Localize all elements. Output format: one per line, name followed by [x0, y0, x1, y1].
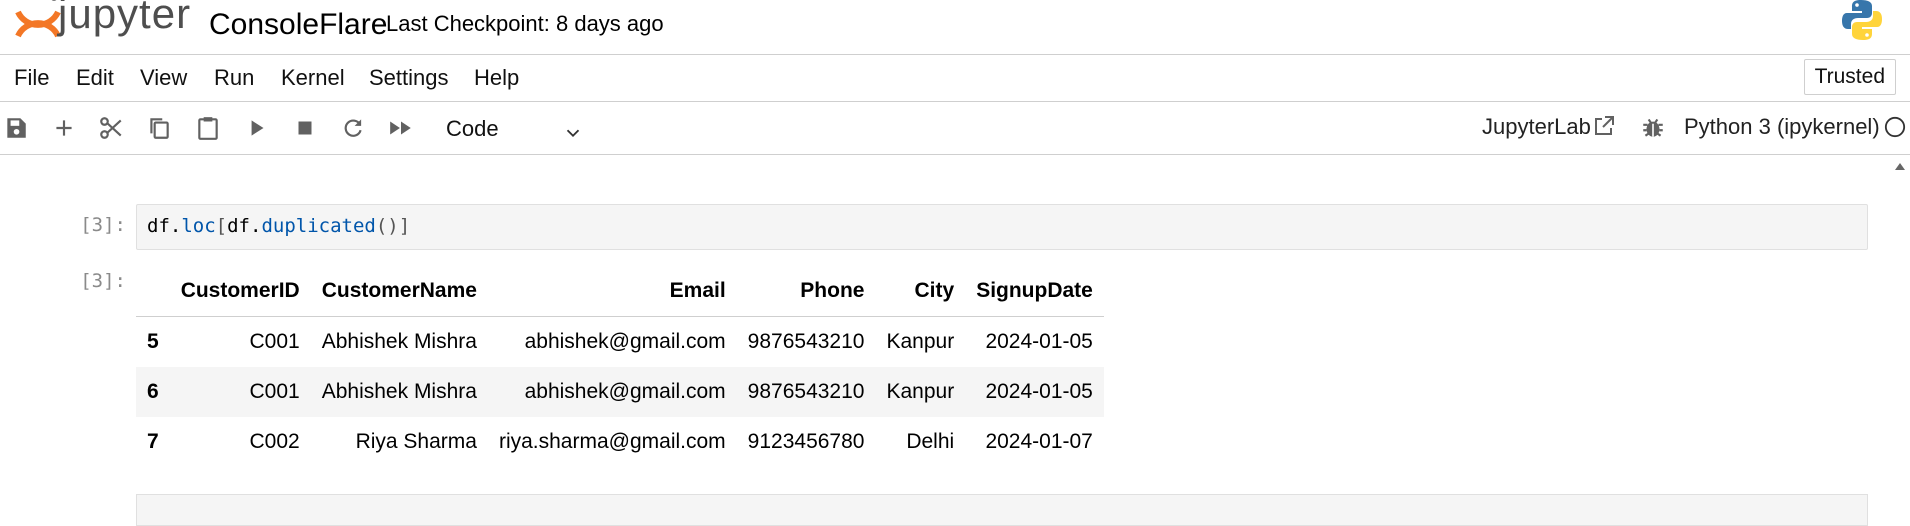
restart-icon: [344, 119, 362, 137]
menu-bar: File Edit View Run Kernel Settings Help …: [0, 55, 1910, 102]
table-cell: 9876543210: [747, 379, 865, 403]
cut-button[interactable]: [97, 114, 125, 142]
last-checkpoint-label: Last Checkpoint: 8 days ago: [386, 11, 664, 36]
table-cell: 2024-01-05: [985, 379, 1093, 403]
debugger-bug-icon[interactable]: [1640, 114, 1666, 140]
dataframe-output: CustomerID CustomerName Email Phone City…: [136, 266, 1104, 467]
menu-help[interactable]: Help: [474, 65, 519, 91]
table-row: 6 C001 Abhishek Mishra abhishek@gmail.co…: [136, 366, 1104, 417]
restart-run-all-button[interactable]: [387, 114, 415, 142]
table-cell: Delhi: [906, 429, 955, 453]
row-index: 5: [147, 329, 159, 353]
table-cell: C001: [249, 379, 300, 403]
next-code-cell[interactable]: [136, 494, 1868, 526]
code-token: df.loc[df.duplicated()]: [147, 215, 411, 237]
table-cell: 2024-01-05: [985, 329, 1093, 353]
table-cell: abhishek@gmail.com: [524, 379, 726, 403]
table-row: 5 C001 Abhishek Mishra abhishek@gmail.co…: [136, 317, 1104, 367]
menu-settings[interactable]: Settings: [369, 65, 449, 91]
trusted-indicator[interactable]: Trusted: [1803, 59, 1896, 95]
interrupt-kernel-button[interactable]: [291, 114, 319, 142]
chevron-down-icon: [566, 129, 580, 138]
notebook-title[interactable]: ConsoleFlare: [209, 8, 387, 42]
table-cell: 2024-01-07: [985, 429, 1093, 453]
column-header: SignupDate: [965, 266, 1104, 317]
copy-icon: [150, 118, 169, 139]
plus-icon: [56, 120, 72, 136]
input-prompt: [3]:: [80, 214, 126, 236]
menu-file[interactable]: File: [14, 65, 49, 91]
insert-cell-button[interactable]: [50, 114, 78, 142]
column-header: CustomerID: [169, 266, 311, 317]
save-icon: [7, 118, 26, 138]
column-header: City: [875, 266, 966, 317]
row-index: 6: [147, 379, 159, 403]
top-header: jupyter ConsoleFlare Last Checkpoint: 8 …: [0, 0, 1910, 55]
column-header: Phone: [736, 266, 876, 317]
run-icon: [251, 120, 264, 136]
restart-kernel-button[interactable]: [339, 114, 367, 142]
index-header: [136, 266, 170, 317]
paste-icon: [198, 117, 218, 140]
save-button[interactable]: [2, 114, 30, 142]
python-logo-icon: [1842, 0, 1882, 40]
stop-icon: [298, 121, 312, 135]
table-cell: 9876543210: [747, 329, 865, 353]
copy-button[interactable]: [145, 114, 173, 142]
table-cell: Kanpur: [886, 379, 955, 403]
kernel-name[interactable]: Python 3 (ipykernel): [1684, 114, 1880, 140]
scroll-up-arrow-icon[interactable]: [1892, 158, 1908, 174]
table-cell: Abhishek Mishra: [321, 329, 477, 353]
cell-type-dropdown[interactable]: Code: [440, 110, 590, 146]
table-cell: Riya Sharma: [355, 429, 477, 453]
table-row: 7 C002 Riya Sharma riya.sharma@gmail.com…: [136, 417, 1104, 467]
column-header: CustomerName: [310, 266, 488, 317]
output-prompt: [3]:: [80, 270, 126, 292]
table-cell: riya.sharma@gmail.com: [498, 429, 726, 453]
open-in-jupyterlab-link[interactable]: JupyterLab: [1482, 114, 1591, 140]
table-cell: Kanpur: [886, 329, 955, 353]
menu-edit[interactable]: Edit: [76, 65, 114, 91]
run-cell-button[interactable]: [243, 114, 271, 142]
table-cell: abhishek@gmail.com: [524, 329, 726, 353]
scissors-icon: [100, 117, 122, 139]
column-header: Email: [487, 266, 737, 317]
notebook-toolbar: Code JupyterLab Python 3 (ipykernel): [0, 102, 1910, 155]
paste-button[interactable]: [194, 114, 222, 142]
menu-kernel[interactable]: Kernel: [281, 65, 345, 91]
cell-type-value: Code: [446, 116, 499, 141]
external-link-icon[interactable]: [1592, 114, 1616, 138]
table-cell: C002: [249, 429, 300, 453]
code-editor[interactable]: df.loc[df.duplicated()]: [147, 215, 410, 237]
kernel-idle-status-icon: [1884, 116, 1906, 138]
fast-forward-icon: [390, 121, 411, 135]
table-cell: C001: [249, 329, 300, 353]
dataframe-header-row: CustomerID CustomerName Email Phone City…: [136, 266, 1104, 317]
jupyter-logo-text: jupyter: [58, 0, 192, 37]
row-index: 7: [147, 429, 159, 453]
code-cell-input[interactable]: df.loc[df.duplicated()]: [136, 204, 1868, 250]
menu-run[interactable]: Run: [214, 65, 254, 91]
table-cell: 9123456780: [747, 429, 865, 453]
table-cell: Abhishek Mishra: [321, 379, 477, 403]
menu-view[interactable]: View: [140, 65, 187, 91]
